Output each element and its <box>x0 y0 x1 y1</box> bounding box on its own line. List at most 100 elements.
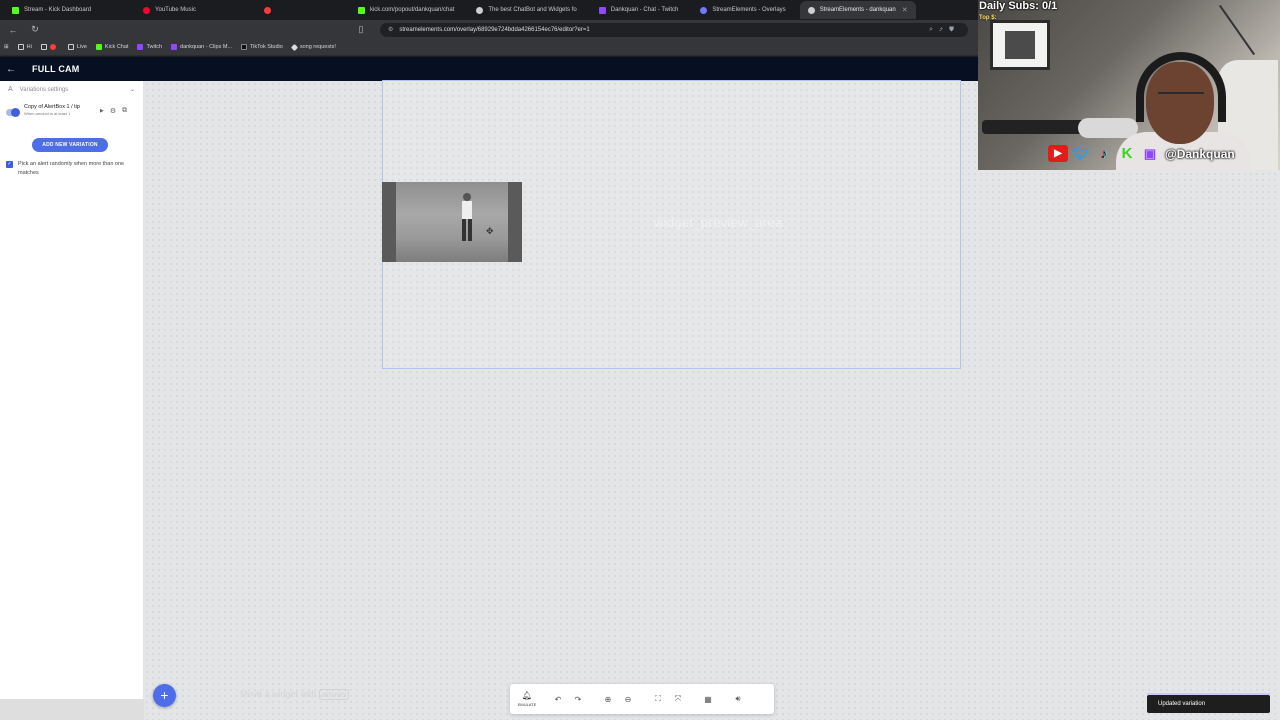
address-bar-actions[interactable]: ⌕⤴⛊ <box>929 26 960 34</box>
gear-icon[interactable]: ⚙ <box>110 107 116 115</box>
variations-icon: A <box>8 86 13 93</box>
twitch-icon <box>598 6 606 14</box>
tab-label: StreamElements - Overlays <box>712 7 786 13</box>
redo-icon[interactable]: ↷ <box>570 691 586 707</box>
zoom-out-icon[interactable]: ⊖ <box>620 691 636 707</box>
overlay-canvas[interactable]: widget_preview_area ✥ Move a widget with… <box>144 80 1280 720</box>
streamelements-icon <box>807 6 815 14</box>
microphone <box>1078 118 1138 138</box>
variation-name: Copy of AlertBox 1 / tip <box>24 104 80 110</box>
bookmark-star-icon[interactable]: ▯ <box>354 23 368 37</box>
variations-panel: A Variations settings ⌄ Copy of AlertBox… <box>0 81 144 720</box>
browser-tab[interactable]: kick.com/popout/dankquan/chat <box>350 1 462 19</box>
headset <box>1136 52 1226 122</box>
panel-footer <box>0 699 144 720</box>
twitch-icon <box>137 44 144 50</box>
reload-icon[interactable]: ↻ <box>28 23 42 37</box>
bookmark-label: Twitch <box>146 44 163 50</box>
streamelements-icon <box>290 43 298 51</box>
variation-toggle[interactable] <box>6 108 20 117</box>
bookmark-label: Live <box>76 44 87 50</box>
alert-video-widget[interactable]: ✥ <box>382 182 522 262</box>
streamer-handle: @Dankquan <box>1165 146 1235 161</box>
recording-icon <box>263 6 271 14</box>
url-text: streamelements.com/overlay/68929e724bdda… <box>399 26 590 33</box>
back-arrow-icon[interactable]: ← <box>6 23 20 37</box>
toast-notification: Updated variation <box>1147 693 1270 713</box>
cable <box>1218 4 1256 56</box>
tab-label: YouTube Music <box>155 7 196 13</box>
browser-toolbar: ← ↻ ▯ ⚙ streamelements.com/overlay/68929… <box>0 20 980 39</box>
overlay-title: FULL CAM <box>32 64 80 74</box>
tab-label: The best ChatBot and Widgets fo <box>488 7 577 13</box>
twitch-icon: ▣ <box>1143 145 1157 161</box>
fullscreen-icon[interactable]: ⛶ <box>650 691 666 707</box>
bookmark-item[interactable]: dankquan - Clips M... <box>171 44 232 50</box>
close-icon[interactable]: ✕ <box>902 6 908 14</box>
browser-tab[interactable] <box>256 1 284 19</box>
bookmark-item[interactable]: song requests! <box>290 43 336 51</box>
bookmark-label: TikTok Studio <box>250 44 283 50</box>
kick-icon <box>12 6 19 14</box>
kick-icon <box>95 44 102 50</box>
browser-tab[interactable]: Dankquan - Chat - Twitch <box>591 1 687 19</box>
tiktok-icon: ♪ <box>1100 146 1108 161</box>
variations-settings-label: Variations settings <box>19 86 69 93</box>
hint-key: arrows <box>319 689 350 700</box>
folder-icon <box>40 44 47 50</box>
bookmark-item[interactable]: Kick Chat <box>95 44 129 50</box>
bookmark-item[interactable]: TikTok Studio <box>241 44 283 50</box>
screen: Stream - Kick Dashboard YouTube Music ki… <box>0 0 1280 720</box>
glasses <box>1158 92 1204 102</box>
bookmark-item[interactable]: Hi <box>17 44 32 50</box>
browser-tab[interactable]: Stream - Kick Dashboard <box>4 1 99 19</box>
variation-item[interactable]: Copy of AlertBox 1 / tip When amount is … <box>0 98 143 117</box>
editor-bottom-toolbar: 🔔︎ EMULATE ↶ ↷ ⊕ ⊖ ⛶ ⤧ ▦ 🔊︎ <box>510 684 774 714</box>
random-pick-row: ✓ Pick an alert randomly when more than … <box>0 152 143 178</box>
bookmark-item[interactable]: Twitch <box>137 44 162 50</box>
copy-icon[interactable]: ⧉ <box>122 107 127 115</box>
fit-screen-icon[interactable]: ⤧ <box>670 691 686 707</box>
apps-grid-icon[interactable]: ⊞ <box>4 44 9 50</box>
tab-label: kick.com/popout/dankquan/chat <box>369 7 455 13</box>
volume-icon[interactable]: 🔊︎ <box>730 691 746 707</box>
twitter-icon: 🐦︎ <box>1072 145 1090 161</box>
folder-icon <box>17 44 24 50</box>
variation-text: Copy of AlertBox 1 / tip When amount is … <box>24 104 92 117</box>
tiktok-icon <box>241 44 248 50</box>
preview-ghost-text: widget_preview_area <box>654 215 783 230</box>
bookmarks-bar: ⊞ Hi Live Kick Chat Twitch dankquan - Cl… <box>0 39 980 56</box>
zoom-in-icon[interactable]: ⊕ <box>600 691 616 707</box>
add-new-variation-button[interactable]: ADD NEW VARIATION <box>32 138 108 152</box>
bookmark-label: Kick Chat <box>104 44 129 50</box>
tab-label: StreamElements - dankquan <box>819 7 896 13</box>
bookmark-item[interactable]: Live <box>67 44 87 50</box>
emulate-label: EMULATE <box>517 702 537 707</box>
random-pick-label: Pick an alert randomly when more than on… <box>18 161 125 176</box>
back-arrow-icon[interactable]: ← <box>6 64 20 75</box>
tab-label: Dankquan - Chat - Twitch <box>610 7 679 13</box>
browser-tab-active[interactable]: StreamElements - dankquan ✕ <box>799 1 916 19</box>
play-icon[interactable]: ▶ <box>100 108 104 114</box>
browser-tab[interactable]: StreamElements - Overlays <box>692 1 793 19</box>
browser-tab[interactable]: YouTube Music <box>135 1 204 19</box>
bookmark-item[interactable] <box>40 44 59 50</box>
editor-header: ← FULL CAM <box>0 57 980 81</box>
emulate-button[interactable]: 🔔︎ EMULATE <box>516 691 538 707</box>
bookmark-label: dankquan - Clips M... <box>180 44 233 50</box>
address-bar[interactable]: ⚙ streamelements.com/overlay/68929e724bd… <box>380 22 968 37</box>
site-info-icon[interactable]: ⚙ <box>388 26 393 33</box>
variation-actions: ▶ ⚙ ⧉ <box>100 107 127 115</box>
browser-tab[interactable]: The best ChatBot and Widgets fo <box>468 1 584 19</box>
video-preview: ✥ <box>396 182 508 262</box>
webcam-overlay: Daily Subs: 0/1 Top $: ▶ 🐦︎ ♪ K ▣ @Dankq… <box>978 0 1280 170</box>
social-handles: ▶ 🐦︎ ♪ K ▣ @Dankquan <box>1048 145 1235 162</box>
chevron-down-icon[interactable]: ⌄ <box>130 86 135 93</box>
add-widget-button[interactable]: + <box>153 684 176 707</box>
variations-settings-header[interactable]: A Variations settings ⌄ <box>0 81 143 98</box>
youtube-music-icon <box>143 6 151 14</box>
random-pick-checkbox[interactable]: ✓ <box>6 161 13 168</box>
top-donor-label: Top $: <box>979 15 997 21</box>
grid-icon[interactable]: ▦ <box>700 691 716 707</box>
undo-icon[interactable]: ↶ <box>550 691 566 707</box>
